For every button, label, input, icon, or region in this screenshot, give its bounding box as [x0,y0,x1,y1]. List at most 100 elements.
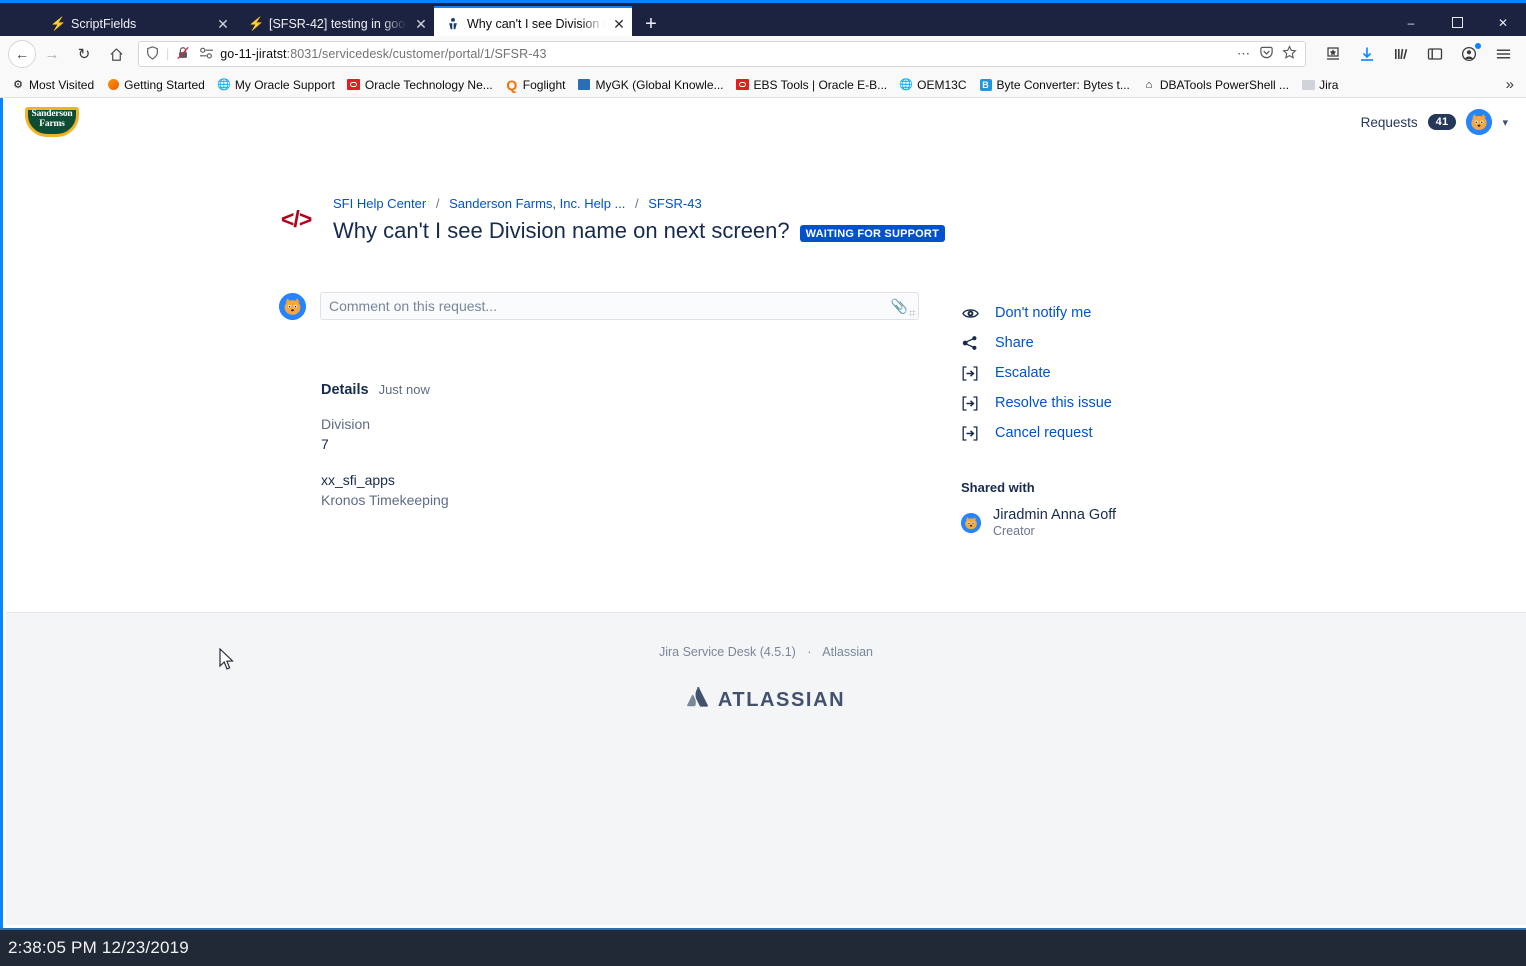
request-side-panel: Don't notify me Share Escalate Resolve t… [961,292,1261,539]
detail-field-label: Division [321,416,371,432]
action-label: Resolve this issue [995,395,1112,411]
lightning-icon: ⚡ [248,16,265,31]
window-controls: – ✕ [1388,6,1526,39]
bookmark-item[interactable]: B Byte Converter: Bytes t... [974,76,1135,94]
ellipsis-icon[interactable]: ⋯ [1237,46,1251,62]
tab-close-icon[interactable]: ✕ [216,17,230,31]
maximize-button[interactable] [1434,6,1480,39]
downloads-icon[interactable] [1352,40,1382,68]
logo-line2: Farms [39,119,65,129]
action-share[interactable]: Share [961,328,1261,358]
transition-icon [961,365,979,381]
detail-field-label: xx_sfi_apps [321,472,395,488]
tab-close-icon[interactable]: ✕ [414,17,428,31]
request-main-column: Comment on this request... 📎 Details Jus… [279,292,919,539]
request-body: Comment on this request... 📎 Details Jus… [3,292,1526,539]
action-escalate[interactable]: Escalate [961,358,1261,388]
action-resolve-this-issue[interactable]: Resolve this issue [961,388,1261,418]
home-button[interactable] [100,40,132,68]
chevron-down-icon[interactable]: ▾ [1502,116,1508,129]
breadcrumb-separator: / [635,196,639,211]
bookmark-star-icon[interactable] [1282,45,1297,63]
paperclip-icon[interactable]: 📎 [891,298,908,315]
avatar [279,292,306,320]
requests-link[interactable]: Requests [1361,115,1418,130]
textarea-resize-handle[interactable] [909,310,916,317]
shared-with-title: Shared with [961,480,1035,495]
minimize-button[interactable]: – [1388,6,1434,39]
account-notification-dot [1475,43,1481,49]
portal-header-right: Requests 41 ▾ [1361,109,1508,135]
bookmark-item[interactable]: Oracle Technology Ne... [342,76,498,94]
bookmark-item[interactable]: ⚙ Most Visited [6,76,99,94]
bookmarks-overflow-icon[interactable]: » [1506,76,1520,93]
portal-header: Sanderson Farms Requests 41 ▾ [3,98,1526,140]
bookmark-item[interactable]: Getting Started [101,76,210,94]
requests-count-badge: 41 [1427,114,1457,130]
action-cancel-request[interactable]: Cancel request [961,418,1261,448]
comment-placeholder: Comment on this request... [329,298,498,314]
bookmark-item[interactable]: Jira [1296,76,1343,94]
new-tab-button[interactable]: + [632,9,670,39]
footer-product: Jira Service Desk (4.5.1) [658,645,796,659]
back-button[interactable]: ← [8,40,36,68]
bookmark-label: EBS Tools | Oracle E-B... [753,77,888,92]
lightning-icon: ⚡ [50,16,67,31]
action-dont-notify-me[interactable]: Don't notify me [961,298,1261,328]
save-to-pocket-icon[interactable] [1318,40,1348,68]
forward-button[interactable]: → [36,40,68,68]
url-text[interactable]: go-11-jiratst:8031/servicedesk/customer/… [220,47,1232,61]
bookmark-label: OEM13C [917,77,967,92]
bookmark-item[interactable]: 🌐 OEM13C [894,76,971,94]
eye-icon [961,307,979,320]
tab-close-icon[interactable]: ✕ [612,17,626,31]
bookmark-item[interactable]: EBS Tools | Oracle E-B... [731,76,893,94]
menu-icon[interactable] [1488,40,1518,68]
person-name: Jiradmin Anna Goff [993,507,1117,523]
gear-icon: ⚙ [13,79,23,91]
browser-nav-toolbar: ← → ↻ | go-11-jiratst:8031/servicedesk/c… [0,36,1526,72]
breadcrumb-item-help-center[interactable]: SFI Help Center [333,196,426,211]
oracle-icon [736,78,750,92]
close-button[interactable]: ✕ [1480,6,1526,39]
bookmark-item[interactable]: 🌐 My Oracle Support [212,76,340,94]
insecure-lock-icon[interactable] [174,46,192,63]
browser-tab-1[interactable]: ⚡ ScriptFields ✕ [38,9,236,39]
action-label: Share [995,335,1034,351]
tab-title: [SFSR-42] testing in google chr [269,17,407,31]
browser-tab-3[interactable]: Why can't I see Division name o ✕ [434,6,632,39]
breadcrumb-separator: / [435,196,440,211]
bookmark-label: Jira [1319,77,1339,92]
request-title-text: Why can't I see Division name on next sc… [333,218,790,243]
mouse-cursor [219,647,237,677]
transition-icon [961,425,979,441]
permissions-icon[interactable] [197,47,215,62]
breadcrumb-item-project[interactable]: Sanderson Farms, Inc. Help ... [449,196,625,211]
atlassian-mark-icon [686,686,709,713]
page-content: Sanderson Farms Requests 41 ▾ </> SFI He… [0,98,1526,928]
taskbar-clock[interactable]: 2:38:05 PM 12/23/2019 [8,938,189,958]
url-bar[interactable]: | go-11-jiratst:8031/servicedesk/custome… [138,41,1306,67]
footer-separator: · [807,645,812,659]
comment-input[interactable]: Comment on this request... 📎 [320,292,919,320]
library-icon[interactable] [1386,40,1416,68]
globe-icon: 🌐 [899,79,913,91]
breadcrumb-item-issue-key[interactable]: SFSR-43 [648,196,701,211]
pocket-icon[interactable] [1259,45,1274,63]
sanderson-farms-logo[interactable]: Sanderson Farms [25,107,79,137]
firefox-icon [106,78,120,92]
detail-field: Division 7 [321,414,919,454]
bookmark-label: Oracle Technology Ne... [364,77,493,92]
account-icon[interactable] [1454,40,1484,68]
sidebar-icon[interactable] [1420,40,1450,68]
bookmark-label: Foglight [522,77,566,92]
screen: ⚡ ScriptFields ✕ ⚡ [SFSR-42] testing in … [0,0,1526,966]
bookmark-item[interactable]: MyGK (Global Knowle... [572,76,728,94]
share-icon [961,335,979,351]
bookmark-item[interactable]: Q Foglight [500,76,571,94]
reload-button[interactable]: ↻ [68,40,100,68]
shield-icon[interactable] [143,45,161,63]
browser-tab-2[interactable]: ⚡ [SFSR-42] testing in google chr ✕ [236,9,434,39]
bookmark-item[interactable]: ⌂ DBATools PowerShell ... [1137,76,1294,94]
avatar[interactable] [1466,109,1493,135]
